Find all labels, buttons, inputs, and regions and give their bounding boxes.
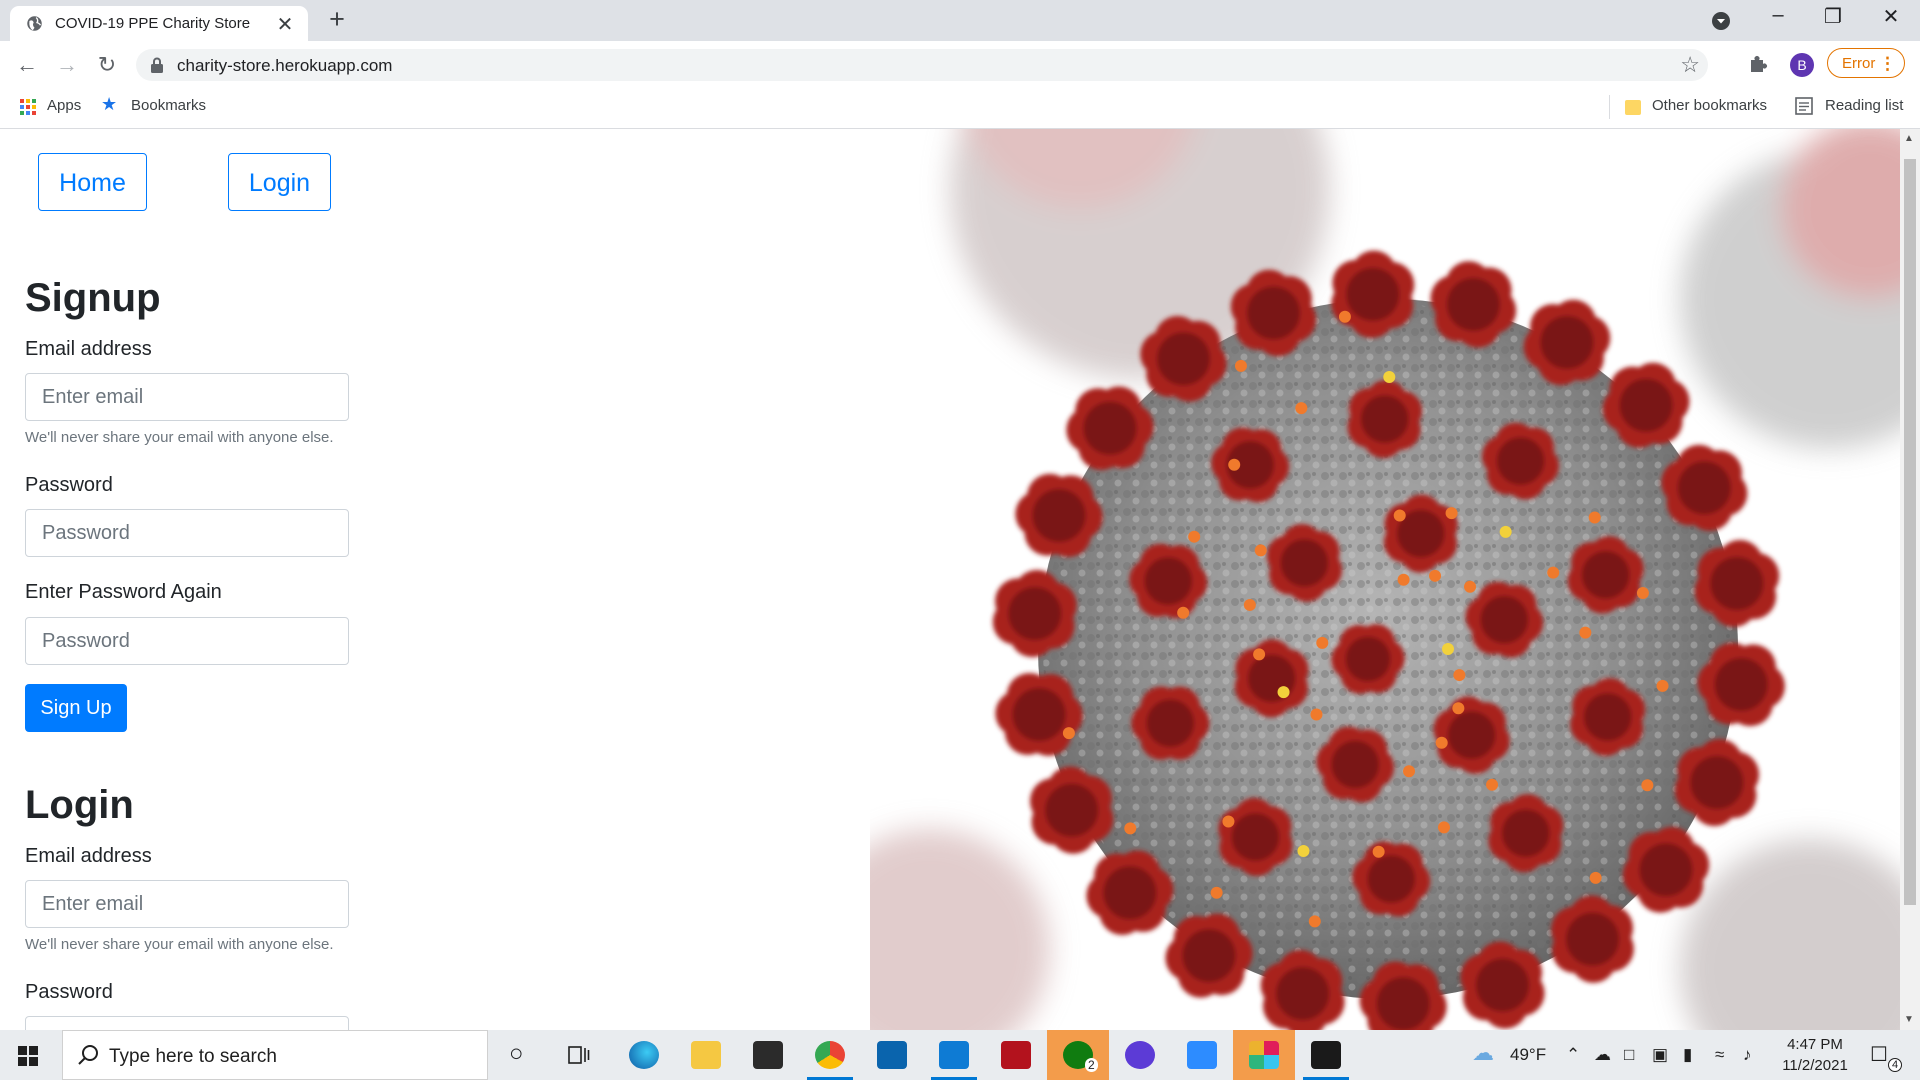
page-viewport: Home Login Signup Email address We'll ne… [0, 129, 1900, 1030]
error-button[interactable]: Error ⋮ [1827, 48, 1905, 78]
minimize-icon[interactable]: – [1758, 4, 1798, 27]
scroll-up-arrow-icon[interactable]: ▲ [1904, 133, 1914, 144]
taskbar-search[interactable]: Type here to search [62, 1030, 488, 1080]
heroku-taskbar-icon[interactable] [985, 1030, 1047, 1080]
new-tab-button[interactable]: + [322, 4, 352, 35]
bookmark-bookmarks[interactable]: Bookmarks [131, 97, 206, 114]
signup-heading: Signup [25, 276, 161, 320]
signup-password-input[interactable] [25, 509, 349, 557]
signup-submit-button[interactable]: Sign Up [25, 684, 127, 732]
tab-search-icon[interactable] [1711, 11, 1731, 31]
signup-email-label: Email address [25, 338, 152, 360]
globe-icon [27, 16, 42, 31]
bookmarks-divider [1609, 95, 1610, 119]
edge-taskbar-icon[interactable] [613, 1030, 675, 1080]
forward-icon[interactable]: → [52, 51, 82, 81]
tab-strip: COVID-19 PPE Charity Store ✕ + – ❐ ✕ [0, 0, 1920, 41]
menu-dots-icon: ⋮ [1879, 54, 1896, 73]
window-close-icon[interactable]: ✕ [1871, 4, 1911, 29]
system-clock[interactable]: 4:47 PM 11/2/2021 [1770, 1034, 1860, 1076]
signup-email-input[interactable] [25, 373, 349, 421]
error-label: Error [1842, 55, 1876, 72]
battery-icon[interactable]: ▮ [1683, 1045, 1692, 1065]
browser-toolbar: ← → ↻ charity-store.herokuapp.com ☆ B Er… [0, 41, 1920, 89]
login-password-label: Password [25, 981, 113, 1003]
search-icon [78, 1045, 98, 1065]
slack-taskbar-icon[interactable] [1233, 1030, 1295, 1080]
clock-date: 11/2/2021 [1782, 1057, 1848, 1074]
tab-title: COVID-19 PPE Charity Store [55, 15, 251, 32]
windows-start-icon[interactable] [18, 1046, 38, 1066]
apps-grid-icon [20, 99, 36, 115]
zoom-taskbar-icon[interactable] [1171, 1030, 1233, 1080]
signup-password-again-label: Enter Password Again [25, 581, 222, 603]
home-nav-button[interactable]: Home [38, 153, 147, 211]
reload-icon[interactable]: ↻ [92, 51, 122, 81]
task-view-icon[interactable] [568, 1046, 590, 1064]
taskbar-search-placeholder: Type here to search [109, 1046, 277, 1067]
login-heading: Login [25, 783, 134, 827]
login-email-help: We'll never share your email with anyone… [25, 936, 334, 953]
notification-center-icon[interactable]: ☐ [1870, 1042, 1888, 1067]
lock-icon[interactable] [150, 57, 164, 73]
xbox-taskbar-icon[interactable]: 2 [1047, 1030, 1109, 1080]
bookmark-apps[interactable]: Apps [47, 97, 81, 114]
notification-count: 4 [1888, 1058, 1903, 1072]
weather-cloud-icon[interactable]: ☁ [1472, 1040, 1494, 1066]
back-icon[interactable]: ← [12, 51, 42, 81]
bookmark-star-folder-icon: ★ [101, 94, 118, 114]
volume-icon[interactable]: ♪ [1743, 1045, 1752, 1065]
bookmark-reading-list[interactable]: Reading list [1825, 97, 1903, 114]
login-email-label: Email address [25, 845, 152, 867]
bookmark-other[interactable]: Other bookmarks [1652, 97, 1767, 114]
vertical-scrollbar[interactable]: ▲ ▼ [1900, 129, 1920, 1030]
close-tab-icon[interactable]: ✕ [274, 12, 296, 37]
scroll-down-arrow-icon[interactable]: ▼ [1904, 1014, 1914, 1025]
onedrive-icon[interactable]: ☁ [1594, 1045, 1611, 1065]
address-bar[interactable]: charity-store.herokuapp.com ☆ [136, 49, 1708, 81]
terminal-taskbar-icon[interactable] [1295, 1030, 1357, 1080]
wifi-icon[interactable]: ≈ [1715, 1045, 1724, 1065]
cortana-icon[interactable]: ○ [509, 1040, 524, 1068]
tray-chevron-up-icon[interactable]: ⌃ [1566, 1045, 1580, 1065]
login-nav-button[interactable]: Login [228, 153, 331, 211]
windows-taskbar: Type here to search ○ 2 ☁ 49°F ⌃ ☁ □ ▣ ▮… [0, 1030, 1920, 1080]
mail-taskbar-icon[interactable] [861, 1030, 923, 1080]
file-explorer-taskbar-icon[interactable] [675, 1030, 737, 1080]
meet-now-icon[interactable]: ▣ [1652, 1045, 1668, 1065]
store-taskbar-icon[interactable] [737, 1030, 799, 1080]
login-password-input[interactable] [25, 1016, 349, 1030]
coronavirus-image [870, 129, 1900, 1030]
bookmark-star-icon[interactable]: ☆ [1680, 52, 1700, 78]
restore-icon[interactable]: ❐ [1813, 4, 1853, 29]
scrollbar-thumb[interactable] [1904, 159, 1916, 905]
browser-tab[interactable]: COVID-19 PPE Charity Store ✕ [10, 6, 308, 41]
reading-list-icon [1795, 97, 1813, 115]
vscode-taskbar-icon[interactable] [923, 1030, 985, 1080]
extensions-puzzle-icon[interactable] [1748, 52, 1770, 74]
signup-email-help: We'll never share your email with anyone… [25, 429, 334, 446]
profile-avatar[interactable]: B [1790, 53, 1814, 77]
xbox-badge: 2 [1085, 1058, 1098, 1072]
folder-icon [1625, 100, 1641, 115]
url-text: charity-store.herokuapp.com [177, 56, 393, 75]
weather-temperature[interactable]: 49°F [1510, 1045, 1546, 1065]
bookmarks-bar: Apps ★ Bookmarks Other bookmarks Reading… [0, 89, 1920, 129]
signup-password-label: Password [25, 474, 113, 496]
chrome-taskbar-icon[interactable] [799, 1030, 861, 1080]
login-email-input[interactable] [25, 880, 349, 928]
signup-password-again-input[interactable] [25, 617, 349, 665]
device-icon[interactable]: □ [1624, 1045, 1634, 1065]
messenger-taskbar-icon[interactable] [1109, 1030, 1171, 1080]
clock-time: 4:47 PM [1787, 1036, 1843, 1053]
